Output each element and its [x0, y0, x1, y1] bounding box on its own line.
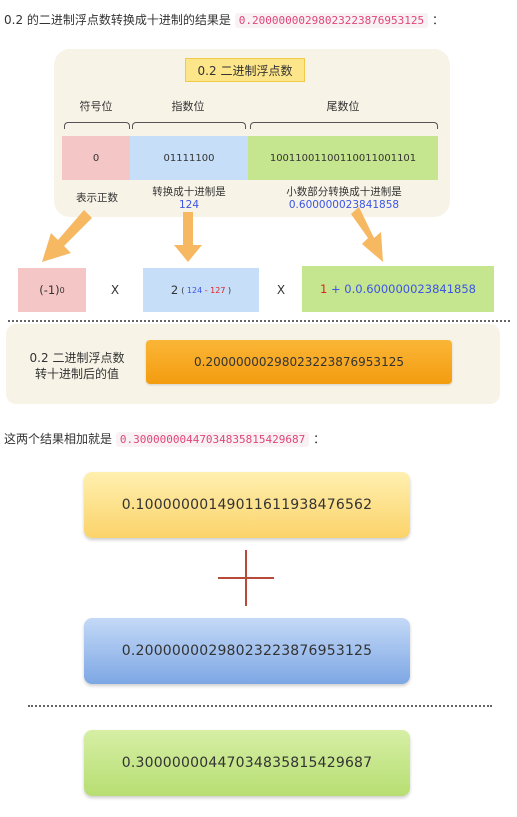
formula-sign-base: (-1) — [39, 283, 60, 297]
result-value-box: 0.20000000298023223876953125 — [146, 340, 452, 384]
sum-intro-line: 这两个结果相加就是 0.30000000447034835815429687 ： — [4, 430, 325, 447]
sum-intro-value: 0.30000000447034835815429687 — [115, 432, 310, 447]
formula-exp-power: ( 124 - 127 ) — [181, 286, 231, 295]
conversion-arrows — [42, 207, 383, 262]
formula-exp-b: 127 — [210, 285, 226, 295]
dotted-divider-1 — [8, 320, 510, 322]
multiply-sign-1: X — [110, 283, 120, 297]
sum-intro-text: 这两个结果相加就是 — [4, 432, 113, 446]
arrow-mantissa — [351, 207, 383, 262]
formula-mant-one: 1 — [320, 282, 328, 296]
arrow-exponent — [174, 212, 202, 262]
formula-exp-a: 124 — [186, 285, 203, 295]
formula-exp-close: ) — [227, 285, 232, 295]
formula-sign-exp: 0 — [59, 285, 65, 295]
formula-mant-rest: + 0.0.600000023841858 — [330, 282, 476, 296]
multiply-sign-2: X — [276, 283, 286, 297]
result-label-line1: 0.2 二进制浮点数 — [29, 351, 125, 365]
addend-b-box: 0.20000000298023223876953125 — [84, 618, 410, 684]
sum-intro-suffix: ： — [313, 432, 326, 446]
dotted-divider-2 — [28, 705, 492, 707]
formula-exp-open: ( — [181, 285, 185, 295]
sum-result-box: 0.30000000447034835815429687 — [84, 730, 410, 796]
formula-exp-minus: - — [204, 285, 208, 295]
addend-a-box: 0.10000000149011611938476562 — [84, 472, 410, 538]
formula-sign-term: (-1) 0 — [18, 268, 86, 312]
result-label-line2: 转十进制后的值 — [34, 367, 119, 381]
result-label: 0.2 二进制浮点数 转十进制后的值 — [18, 350, 136, 382]
formula-exp-base: 2 — [170, 283, 179, 297]
plus-icon — [218, 550, 274, 606]
formula-exponent-term: 2 ( 124 - 127 ) — [143, 268, 259, 312]
formula-mantissa-term: 1 + 0.0.600000023841858 — [302, 266, 494, 312]
arrow-sign — [42, 210, 92, 262]
